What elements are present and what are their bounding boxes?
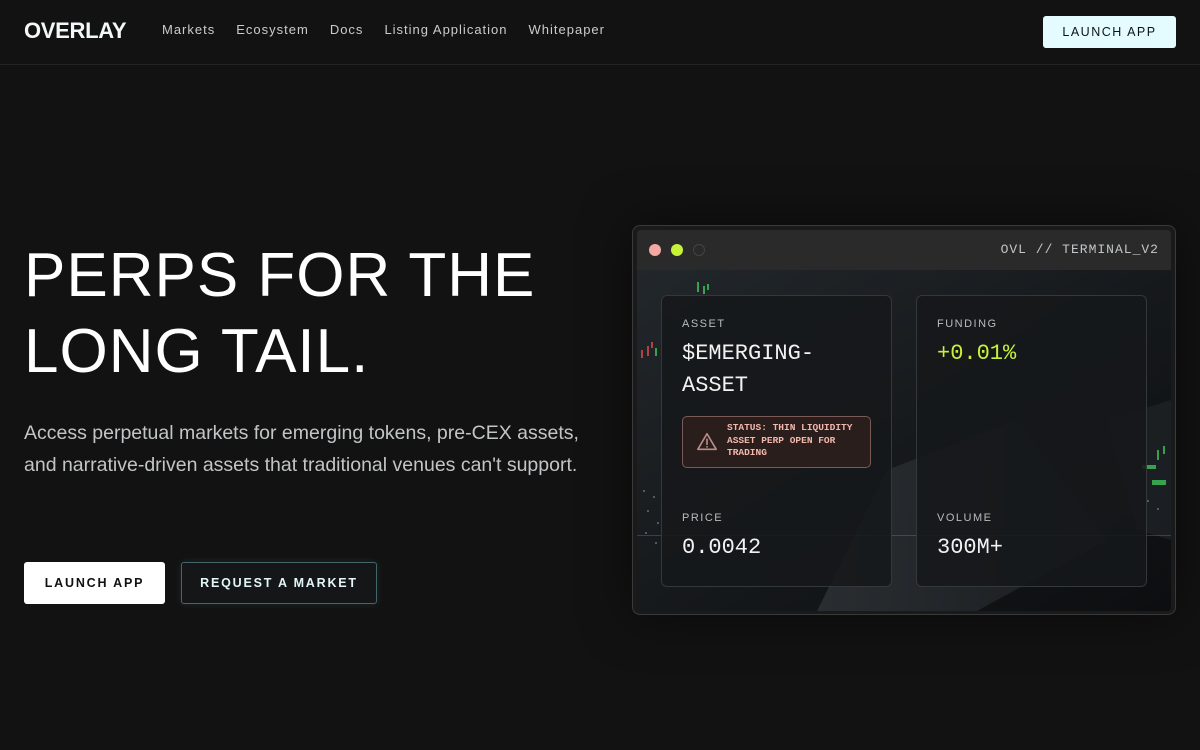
asset-value: $EMERGING-ASSET — [682, 341, 815, 398]
funding-card: FUNDING +0.01% VOLUME 300M+ — [916, 295, 1147, 587]
funding-value: +0.01% — [937, 341, 1017, 366]
price-value: 0.0042 — [682, 535, 762, 560]
nav-item-markets[interactable]: Markets — [162, 22, 215, 37]
volume-value: 300M+ — [937, 535, 1004, 560]
hero-title-line-1: PERPS FOR THE — [24, 241, 536, 310]
nav-launch-app-button[interactable]: LAUNCH APP — [1043, 16, 1176, 48]
warning-icon — [697, 432, 717, 451]
maximize-dot-icon[interactable] — [671, 244, 683, 256]
nav-item-ecosystem[interactable]: Ecosystem — [236, 22, 309, 37]
request-market-button[interactable]: REQUEST A MARKET — [181, 562, 377, 604]
hero-title-line-2: LONG TAIL. — [24, 317, 370, 386]
terminal-title: OVL // TERMINAL_V2 — [1000, 242, 1159, 257]
status-badge: STATUS: THIN LIQUIDITY ASSET PERP OPEN F… — [682, 416, 871, 468]
logo[interactable]: OVERLAY — [24, 18, 127, 44]
funding-label: FUNDING — [937, 318, 998, 330]
hero-subtitle: Access perpetual markets for emerging to… — [24, 422, 579, 476]
minimize-dot-icon[interactable] — [693, 244, 705, 256]
nav-item-docs[interactable]: Docs — [330, 22, 364, 37]
volume-label: VOLUME — [937, 512, 993, 524]
launch-app-button[interactable]: LAUNCH APP — [24, 562, 165, 604]
top-nav: OVERLAY Markets Ecosystem Docs Listing A… — [0, 0, 1200, 65]
asset-label: ASSET — [682, 318, 726, 330]
asset-card: ASSET $EMERGING-ASSET STATUS: THIN LIQUI… — [661, 295, 892, 587]
nav-item-listing-application[interactable]: Listing Application — [384, 22, 507, 37]
status-text: STATUS: THIN LIQUIDITY ASSET PERP OPEN F… — [727, 422, 853, 458]
hero-title: PERPS FOR THE LONG TAIL. — [24, 238, 584, 390]
nav-item-whitepaper[interactable]: Whitepaper — [529, 22, 605, 37]
nav-links: Markets Ecosystem Docs Listing Applicati… — [162, 22, 605, 37]
close-dot-icon[interactable] — [649, 244, 661, 256]
terminal-title-bar: OVL // TERMINAL_V2 — [637, 230, 1171, 270]
terminal-window: OVL // TERMINAL_V2 ASSET $EMERGING-ASSET… — [632, 225, 1176, 615]
price-label: PRICE — [682, 512, 724, 524]
terminal-body: OVL // TERMINAL_V2 ASSET $EMERGING-ASSET… — [637, 230, 1171, 611]
